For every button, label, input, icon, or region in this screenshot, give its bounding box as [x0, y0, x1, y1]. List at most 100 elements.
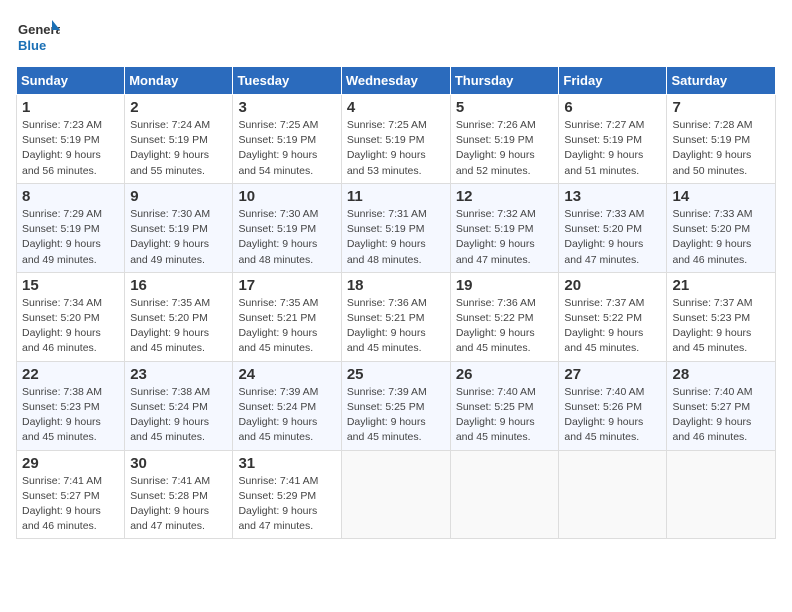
day-number: 21	[672, 277, 770, 294]
day-number: 22	[22, 366, 119, 383]
day-number: 10	[238, 188, 335, 205]
day-info: Sunrise: 7:23 AM Sunset: 5:19 PM Dayligh…	[22, 118, 119, 179]
calendar-cell: 3 Sunrise: 7:25 AM Sunset: 5:19 PM Daylig…	[233, 95, 341, 184]
day-number: 5	[456, 99, 554, 116]
day-number: 28	[672, 366, 770, 383]
day-number: 12	[456, 188, 554, 205]
weekday-header: Tuesday	[233, 67, 341, 95]
weekday-header: Sunday	[17, 67, 125, 95]
day-info: Sunrise: 7:41 AM Sunset: 5:29 PM Dayligh…	[238, 474, 335, 535]
calendar-cell: 20 Sunrise: 7:37 AM Sunset: 5:22 PM Dayli…	[559, 272, 667, 361]
day-number: 25	[347, 366, 445, 383]
day-number: 9	[130, 188, 227, 205]
day-info: Sunrise: 7:35 AM Sunset: 5:21 PM Dayligh…	[238, 296, 335, 357]
day-number: 30	[130, 455, 227, 472]
day-info: Sunrise: 7:27 AM Sunset: 5:19 PM Dayligh…	[564, 118, 661, 179]
day-number: 18	[347, 277, 445, 294]
calendar-cell: 10 Sunrise: 7:30 AM Sunset: 5:19 PM Dayli…	[233, 183, 341, 272]
day-info: Sunrise: 7:39 AM Sunset: 5:25 PM Dayligh…	[347, 385, 445, 446]
day-info: Sunrise: 7:39 AM Sunset: 5:24 PM Dayligh…	[238, 385, 335, 446]
calendar-cell: 15Sunrise: 7:34 AM Sunset: 5:20 PM Dayli…	[17, 272, 125, 361]
day-info: Sunrise: 7:25 AM Sunset: 5:19 PM Dayligh…	[347, 118, 445, 179]
calendar-cell	[667, 450, 776, 539]
calendar-cell: 14Sunrise: 7:33 AM Sunset: 5:20 PM Dayli…	[667, 183, 776, 272]
day-number: 23	[130, 366, 227, 383]
calendar-cell: 26 Sunrise: 7:40 AM Sunset: 5:25 PM Dayli…	[450, 361, 559, 450]
weekday-header: Thursday	[450, 67, 559, 95]
calendar-cell	[450, 450, 559, 539]
svg-text:Blue: Blue	[18, 38, 46, 53]
day-info: Sunrise: 7:33 AM Sunset: 5:20 PM Dayligh…	[672, 207, 770, 268]
calendar-cell: 11 Sunrise: 7:31 AM Sunset: 5:19 PM Dayli…	[341, 183, 450, 272]
calendar-week-row: 8Sunrise: 7:29 AM Sunset: 5:19 PM Daylig…	[17, 183, 776, 272]
day-info: Sunrise: 7:31 AM Sunset: 5:19 PM Dayligh…	[347, 207, 445, 268]
day-number: 7	[672, 99, 770, 116]
day-info: Sunrise: 7:24 AM Sunset: 5:19 PM Dayligh…	[130, 118, 227, 179]
calendar-cell: 18 Sunrise: 7:36 AM Sunset: 5:21 PM Dayli…	[341, 272, 450, 361]
weekday-header: Wednesday	[341, 67, 450, 95]
day-number: 24	[238, 366, 335, 383]
day-info: Sunrise: 7:36 AM Sunset: 5:21 PM Dayligh…	[347, 296, 445, 357]
calendar-cell: 12 Sunrise: 7:32 AM Sunset: 5:19 PM Dayli…	[450, 183, 559, 272]
weekday-header: Monday	[125, 67, 233, 95]
day-info: Sunrise: 7:37 AM Sunset: 5:22 PM Dayligh…	[564, 296, 661, 357]
day-info: Sunrise: 7:38 AM Sunset: 5:24 PM Dayligh…	[130, 385, 227, 446]
page-header: General Blue	[16, 16, 776, 60]
calendar-cell: 2 Sunrise: 7:24 AM Sunset: 5:19 PM Daylig…	[125, 95, 233, 184]
day-info: Sunrise: 7:25 AM Sunset: 5:19 PM Dayligh…	[238, 118, 335, 179]
day-info: Sunrise: 7:41 AM Sunset: 5:27 PM Dayligh…	[22, 474, 119, 535]
day-info: Sunrise: 7:40 AM Sunset: 5:26 PM Dayligh…	[564, 385, 661, 446]
calendar-cell: 30 Sunrise: 7:41 AM Sunset: 5:28 PM Dayli…	[125, 450, 233, 539]
calendar-cell: 8Sunrise: 7:29 AM Sunset: 5:19 PM Daylig…	[17, 183, 125, 272]
calendar-cell: 21 Sunrise: 7:37 AM Sunset: 5:23 PM Dayli…	[667, 272, 776, 361]
day-info: Sunrise: 7:34 AM Sunset: 5:20 PM Dayligh…	[22, 296, 119, 357]
day-number: 31	[238, 455, 335, 472]
calendar-cell: 24 Sunrise: 7:39 AM Sunset: 5:24 PM Dayli…	[233, 361, 341, 450]
calendar-cell: 5 Sunrise: 7:26 AM Sunset: 5:19 PM Daylig…	[450, 95, 559, 184]
calendar-cell: 23 Sunrise: 7:38 AM Sunset: 5:24 PM Dayli…	[125, 361, 233, 450]
day-info: Sunrise: 7:36 AM Sunset: 5:22 PM Dayligh…	[456, 296, 554, 357]
day-info: Sunrise: 7:35 AM Sunset: 5:20 PM Dayligh…	[130, 296, 227, 357]
day-number: 17	[238, 277, 335, 294]
day-number: 11	[347, 188, 445, 205]
calendar-cell: 28 Sunrise: 7:40 AM Sunset: 5:27 PM Dayli…	[667, 361, 776, 450]
day-info: Sunrise: 7:41 AM Sunset: 5:28 PM Dayligh…	[130, 474, 227, 535]
day-info: Sunrise: 7:33 AM Sunset: 5:20 PM Dayligh…	[564, 207, 661, 268]
logo: General Blue	[16, 16, 60, 60]
calendar-cell: 4 Sunrise: 7:25 AM Sunset: 5:19 PM Daylig…	[341, 95, 450, 184]
calendar-cell: 6 Sunrise: 7:27 AM Sunset: 5:19 PM Daylig…	[559, 95, 667, 184]
day-info: Sunrise: 7:32 AM Sunset: 5:19 PM Dayligh…	[456, 207, 554, 268]
day-number: 26	[456, 366, 554, 383]
day-number: 6	[564, 99, 661, 116]
day-number: 3	[238, 99, 335, 116]
day-info: Sunrise: 7:37 AM Sunset: 5:23 PM Dayligh…	[672, 296, 770, 357]
calendar-week-row: 1Sunrise: 7:23 AM Sunset: 5:19 PM Daylig…	[17, 95, 776, 184]
day-number: 13	[564, 188, 661, 205]
weekday-header: Friday	[559, 67, 667, 95]
day-number: 29	[22, 455, 119, 472]
day-number: 8	[22, 188, 119, 205]
day-info: Sunrise: 7:28 AM Sunset: 5:19 PM Dayligh…	[672, 118, 770, 179]
day-info: Sunrise: 7:40 AM Sunset: 5:27 PM Dayligh…	[672, 385, 770, 446]
day-info: Sunrise: 7:26 AM Sunset: 5:19 PM Dayligh…	[456, 118, 554, 179]
calendar-cell: 1Sunrise: 7:23 AM Sunset: 5:19 PM Daylig…	[17, 95, 125, 184]
day-number: 16	[130, 277, 227, 294]
day-info: Sunrise: 7:38 AM Sunset: 5:23 PM Dayligh…	[22, 385, 119, 446]
calendar-table: SundayMondayTuesdayWednesdayThursdayFrid…	[16, 66, 776, 539]
calendar-cell: 25 Sunrise: 7:39 AM Sunset: 5:25 PM Dayli…	[341, 361, 450, 450]
calendar-cell: 19Sunrise: 7:36 AM Sunset: 5:22 PM Dayli…	[450, 272, 559, 361]
weekday-header: Saturday	[667, 67, 776, 95]
day-info: Sunrise: 7:30 AM Sunset: 5:19 PM Dayligh…	[130, 207, 227, 268]
calendar-cell: 9 Sunrise: 7:30 AM Sunset: 5:19 PM Daylig…	[125, 183, 233, 272]
day-info: Sunrise: 7:40 AM Sunset: 5:25 PM Dayligh…	[456, 385, 554, 446]
calendar-cell: 16 Sunrise: 7:35 AM Sunset: 5:20 PM Dayli…	[125, 272, 233, 361]
logo-svg: General Blue	[16, 16, 60, 60]
calendar-week-row: 29 Sunrise: 7:41 AM Sunset: 5:27 PM Dayli…	[17, 450, 776, 539]
day-number: 4	[347, 99, 445, 116]
calendar-cell: 31 Sunrise: 7:41 AM Sunset: 5:29 PM Dayli…	[233, 450, 341, 539]
day-number: 20	[564, 277, 661, 294]
day-info: Sunrise: 7:30 AM Sunset: 5:19 PM Dayligh…	[238, 207, 335, 268]
day-number: 2	[130, 99, 227, 116]
calendar-cell: 17 Sunrise: 7:35 AM Sunset: 5:21 PM Dayli…	[233, 272, 341, 361]
calendar-cell: 29 Sunrise: 7:41 AM Sunset: 5:27 PM Dayli…	[17, 450, 125, 539]
